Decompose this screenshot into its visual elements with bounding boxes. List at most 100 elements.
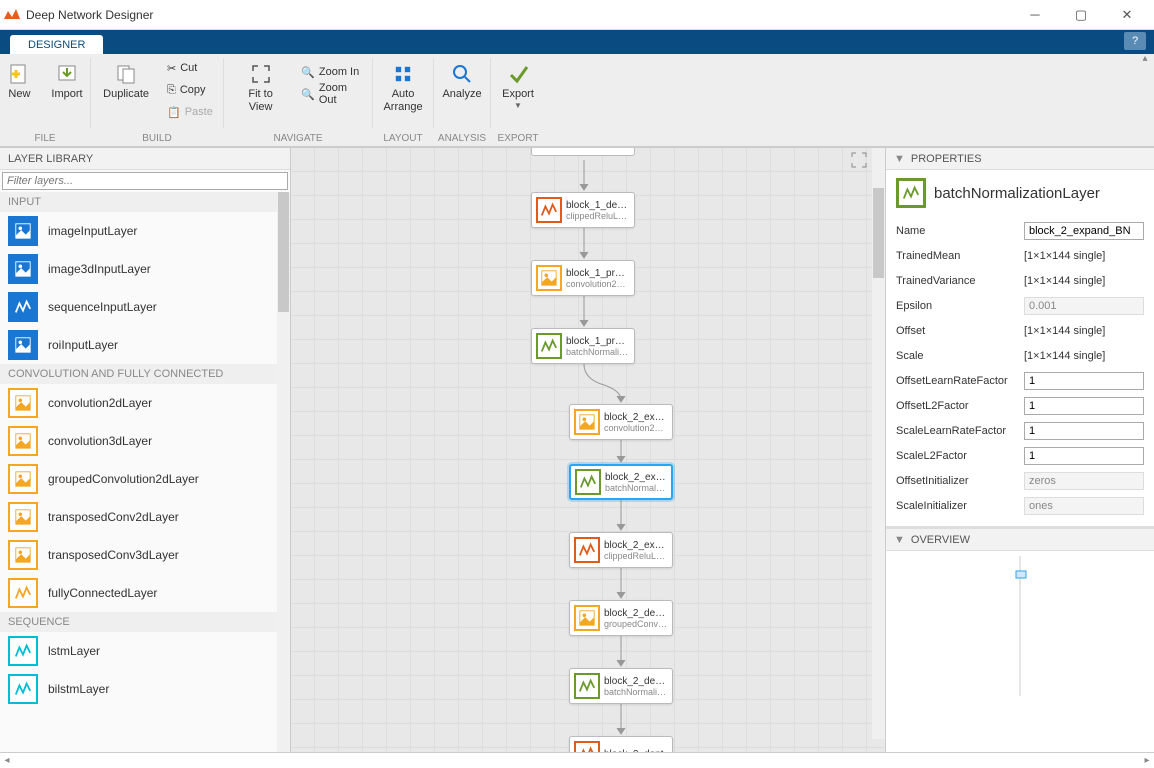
prop-input-offsetlearnratefactor[interactable] [1024, 372, 1144, 390]
chevron-down-icon: ▼ [894, 534, 905, 546]
prop-label: OffsetLearnRateFactor [896, 375, 1024, 387]
category-input: INPUT [0, 192, 290, 212]
prop-row-offsetl2factor: OffsetL2Factor [896, 393, 1144, 418]
duplicate-icon [114, 62, 138, 86]
layer-type-name: batchNormalizationLayer [934, 185, 1100, 202]
main-area: LAYER LIBRARY INPUT imageInputLayer imag… [0, 147, 1154, 752]
analyze-button[interactable]: Analyze [432, 54, 491, 101]
node-block2-dept-bn[interactable]: block_2_dept...batchNormaliza... [569, 668, 673, 704]
group-file-label: FILE [0, 133, 90, 144]
chevron-down-icon: ▼ [514, 101, 522, 110]
lib-item-roiinput[interactable]: roiInputLayer [0, 326, 290, 364]
node-block1-project[interactable]: block_1_projectconvolution2dL... [531, 260, 635, 296]
prop-value: [1×1×144 single] [1024, 325, 1144, 337]
prop-input-offsetl2factor[interactable] [1024, 397, 1144, 415]
prop-row-name: Name [896, 218, 1144, 243]
prop-input-name[interactable] [1024, 222, 1144, 240]
lib-item-conv2d[interactable]: convolution2dLayer [0, 384, 290, 422]
duplicate-button[interactable]: Duplicate [93, 54, 159, 126]
copy-button[interactable]: ⎘Copy [167, 80, 213, 100]
library-list[interactable]: INPUT imageInputLayer image3dInputLayer … [0, 192, 290, 752]
prop-row-scale: Scale[1×1×144 single] [896, 343, 1144, 368]
analyze-icon [450, 62, 474, 86]
statusbar: ◂ ▸ [0, 752, 1154, 768]
filter-input[interactable] [2, 172, 288, 190]
zoom-in-button[interactable]: 🔍Zoom In [301, 62, 360, 82]
lib-item-transconv2d[interactable]: transposedConv2dLayer [0, 498, 290, 536]
paste-button: 📋Paste [167, 102, 213, 122]
prop-label: Offset [896, 325, 1024, 337]
prop-row-offsetinitializer: OffsetInitializer [896, 468, 1144, 493]
prop-value: [1×1×144 single] [1024, 275, 1144, 287]
lib-item-lstm[interactable]: lstmLayer [0, 632, 290, 670]
prop-input-epsilon [1024, 297, 1144, 315]
ribbon: ▴ New Import FILE Duplicate ✂Cut ⎘Copy 📋… [0, 54, 1154, 147]
chevron-down-icon: ▼ [894, 153, 905, 165]
prop-input-scalelearnratefactor[interactable] [1024, 422, 1144, 440]
app-icon [4, 7, 20, 23]
overview-panel: ▼ OVERVIEW [886, 527, 1154, 701]
lib-item-image3dinput[interactable]: image3dInputLayer [0, 250, 290, 288]
prop-row-offsetlearnratefactor: OffsetLearnRateFactor [896, 368, 1144, 393]
node-block2-dept-cut[interactable]: block_2_dept [569, 736, 673, 752]
canvas[interactable]: block_1_dept...clippedReluLayer block_1_… [291, 148, 885, 752]
properties-body: batchNormalizationLayer NameTrainedMean[… [886, 170, 1154, 527]
node-block2-expand-relu[interactable]: block_2_expa...clippedReluLayer [569, 532, 673, 568]
prop-label: ScaleL2Factor [896, 450, 1024, 462]
help-button[interactable]: ? [1124, 32, 1146, 50]
overview-minimap[interactable] [886, 551, 1154, 701]
new-button[interactable]: New [0, 54, 41, 101]
prop-input-scalel2factor[interactable] [1024, 447, 1144, 465]
prop-label: OffsetL2Factor [896, 400, 1024, 412]
prop-input-scaleinitializer [1024, 497, 1144, 515]
canvas-scrollbar-v[interactable] [872, 148, 885, 739]
close-button[interactable]: ✕ [1104, 0, 1150, 30]
lib-item-bilstm[interactable]: bilstmLayer [0, 670, 290, 708]
lib-item-transconv3d[interactable]: transposedConv3dLayer [0, 536, 290, 574]
lib-item-sequenceinput[interactable]: sequenceInputLayer [0, 288, 290, 326]
lib-item-imageinput[interactable]: imageInputLayer [0, 212, 290, 250]
node-block2-dept-conv[interactable]: block_2_dept...groupedConvol... [569, 600, 673, 636]
layer-library-header[interactable]: LAYER LIBRARY [0, 148, 290, 170]
scroll-right-button[interactable]: ▸ [1140, 755, 1154, 766]
scroll-left-button[interactable]: ◂ [0, 755, 14, 766]
lib-item-groupedconv2d[interactable]: groupedConvolution2dLayer [0, 460, 290, 498]
group-build-label: BUILD [91, 133, 223, 144]
export-button[interactable]: Export ▼ [492, 54, 544, 110]
properties-header[interactable]: ▼ PROPERTIES [886, 148, 1154, 170]
auto-arrange-button[interactable]: Auto Arrange [373, 54, 432, 114]
fit-to-view-button[interactable]: Fit to View [228, 54, 293, 114]
node-block2-expand[interactable]: block_2_expandconvolution2dL... [569, 404, 673, 440]
overview-header[interactable]: ▼ OVERVIEW [886, 529, 1154, 551]
group-export-label: EXPORT [491, 133, 545, 144]
ribbon-collapse-icon[interactable]: ▴ [1137, 53, 1153, 65]
category-seq: SEQUENCE [0, 612, 290, 632]
zoom-out-button[interactable]: 🔍Zoom Out [301, 84, 360, 104]
category-conv: CONVOLUTION AND FULLY CONNECTED [0, 364, 290, 384]
ribbon-tabstrip: DESIGNER ? [0, 30, 1154, 54]
tab-designer[interactable]: DESIGNER [10, 35, 103, 54]
cut-button[interactable]: ✂Cut [167, 58, 213, 78]
zoom-out-icon: 🔍 [301, 88, 315, 101]
library-scrollbar[interactable] [277, 192, 290, 752]
prop-row-scalel2factor: ScaleL2Factor [896, 443, 1144, 468]
prop-label: Epsilon [896, 300, 1024, 312]
maximize-button[interactable]: ▢ [1058, 0, 1104, 30]
layer-library-panel: LAYER LIBRARY INPUT imageInputLayer imag… [0, 148, 291, 752]
prop-value: [1×1×144 single] [1024, 350, 1144, 362]
prop-label: ScaleInitializer [896, 500, 1024, 512]
fit-icon [249, 62, 273, 86]
new-icon [7, 62, 31, 86]
node-block2-expand-bn[interactable]: block_2_expa...batchNormaliza... [569, 464, 673, 500]
import-button[interactable]: Import [41, 54, 92, 101]
lib-item-conv3d[interactable]: convolution3dLayer [0, 422, 290, 460]
canvas-fit-icon[interactable] [851, 152, 867, 168]
minimize-button[interactable]: ─ [1012, 0, 1058, 30]
group-layout-label: LAYOUT [373, 133, 433, 144]
lib-item-fc[interactable]: fullyConnectedLayer [0, 574, 290, 612]
zoom-in-icon: 🔍 [301, 66, 315, 79]
node-block1-dept-relu[interactable]: block_1_dept...clippedReluLayer [531, 192, 635, 228]
prop-label: OffsetInitializer [896, 475, 1024, 487]
node-block1-project-bn[interactable]: block_1_proje...batchNormaliza... [531, 328, 635, 364]
window-title: Deep Network Designer [26, 8, 1012, 22]
